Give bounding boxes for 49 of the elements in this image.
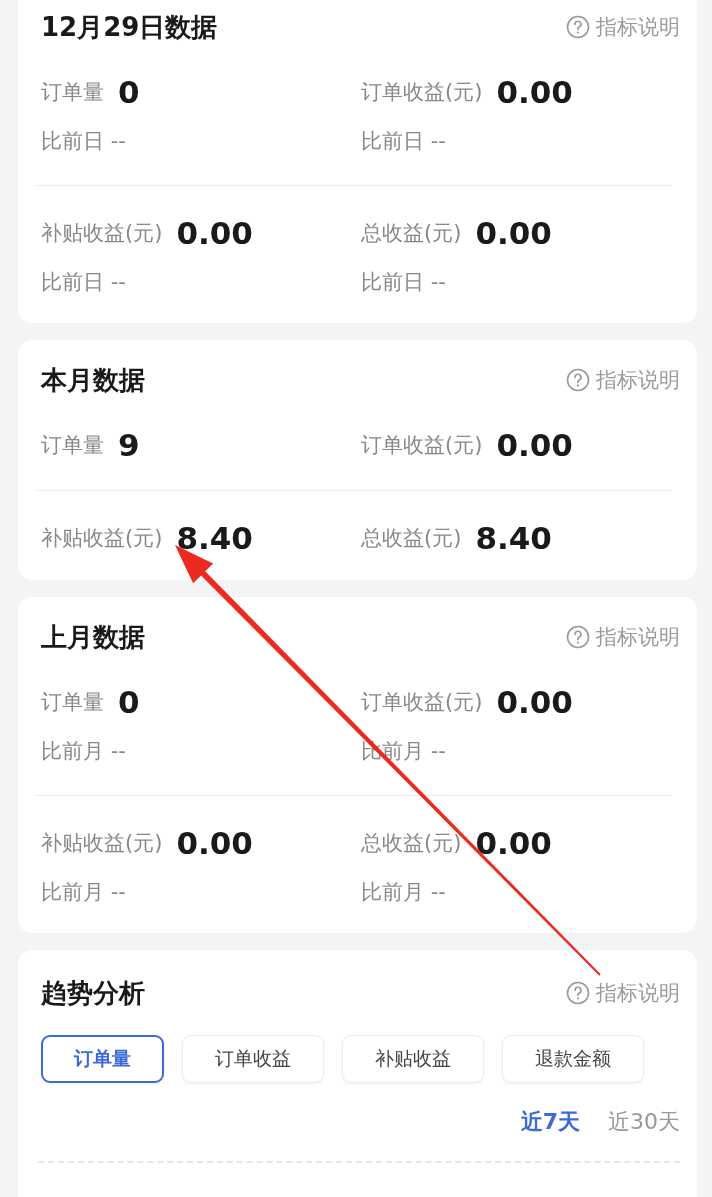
metric-label: 订单收益(元)	[361, 79, 483, 106]
metric-tab[interactable]: 退款金额	[502, 1035, 644, 1083]
comparison-text: 比前日 --	[361, 269, 446, 296]
metric-label: 总收益(元)	[361, 830, 462, 857]
metric-tab[interactable]: 订单量	[41, 1035, 164, 1083]
card-title: 本月数据	[41, 363, 145, 397]
range-tab[interactable]: 近30天	[608, 1107, 680, 1137]
metric-value: 9	[118, 427, 140, 463]
comparison-text: 比前月 --	[41, 879, 126, 906]
help-icon	[566, 981, 590, 1005]
metric-label: 补贴收益(元)	[41, 525, 163, 552]
comparison-text: 比前日 --	[41, 269, 126, 296]
metric-label: 订单量	[41, 79, 104, 106]
comparison-text: 比前月 --	[41, 738, 126, 765]
metric-label: 总收益(元)	[361, 525, 462, 552]
metric-help-link[interactable]: 指标说明	[566, 979, 680, 1007]
metric-value: 0.00	[475, 825, 552, 861]
metric-value: 8.40	[176, 520, 253, 556]
help-icon	[566, 625, 590, 649]
range-tab[interactable]: 近7天	[520, 1107, 580, 1137]
metric-tab[interactable]: 订单收益	[182, 1035, 324, 1083]
metric-value: 0	[118, 684, 140, 720]
metric-value: 0	[118, 74, 140, 110]
metric-help-link[interactable]: 指标说明	[566, 366, 680, 394]
metric-help-link[interactable]: 指标说明	[566, 13, 680, 41]
metric-value: 0.00	[496, 74, 573, 110]
card-title: 12月29日数据	[41, 10, 218, 44]
metric-label: 补贴收益(元)	[41, 220, 163, 247]
metric-label: 补贴收益(元)	[41, 830, 163, 857]
metric-value: 0.00	[496, 684, 573, 720]
card-title: 趋势分析	[41, 976, 145, 1010]
help-icon	[566, 368, 590, 392]
metric-help-link[interactable]: 指标说明	[566, 623, 680, 651]
metric-tab[interactable]: 补贴收益	[342, 1035, 484, 1083]
metric-label: 总收益(元)	[361, 220, 462, 247]
metric-label: 订单收益(元)	[361, 432, 483, 459]
help-icon	[566, 15, 590, 39]
metric-value: 0.00	[496, 427, 573, 463]
comparison-text: 比前日 --	[41, 128, 126, 155]
comparison-text: 比前月 --	[361, 879, 446, 906]
metric-label: 订单量	[41, 432, 104, 459]
metric-value: 0.00	[176, 825, 253, 861]
card-title: 上月数据	[41, 620, 145, 654]
metric-label: 订单收益(元)	[361, 689, 483, 716]
metric-value: 8.40	[475, 520, 552, 556]
metric-label: 订单量	[41, 689, 104, 716]
metric-value: 0.00	[176, 215, 253, 251]
metric-value: 0.00	[475, 215, 552, 251]
comparison-text: 比前日 --	[361, 128, 446, 155]
